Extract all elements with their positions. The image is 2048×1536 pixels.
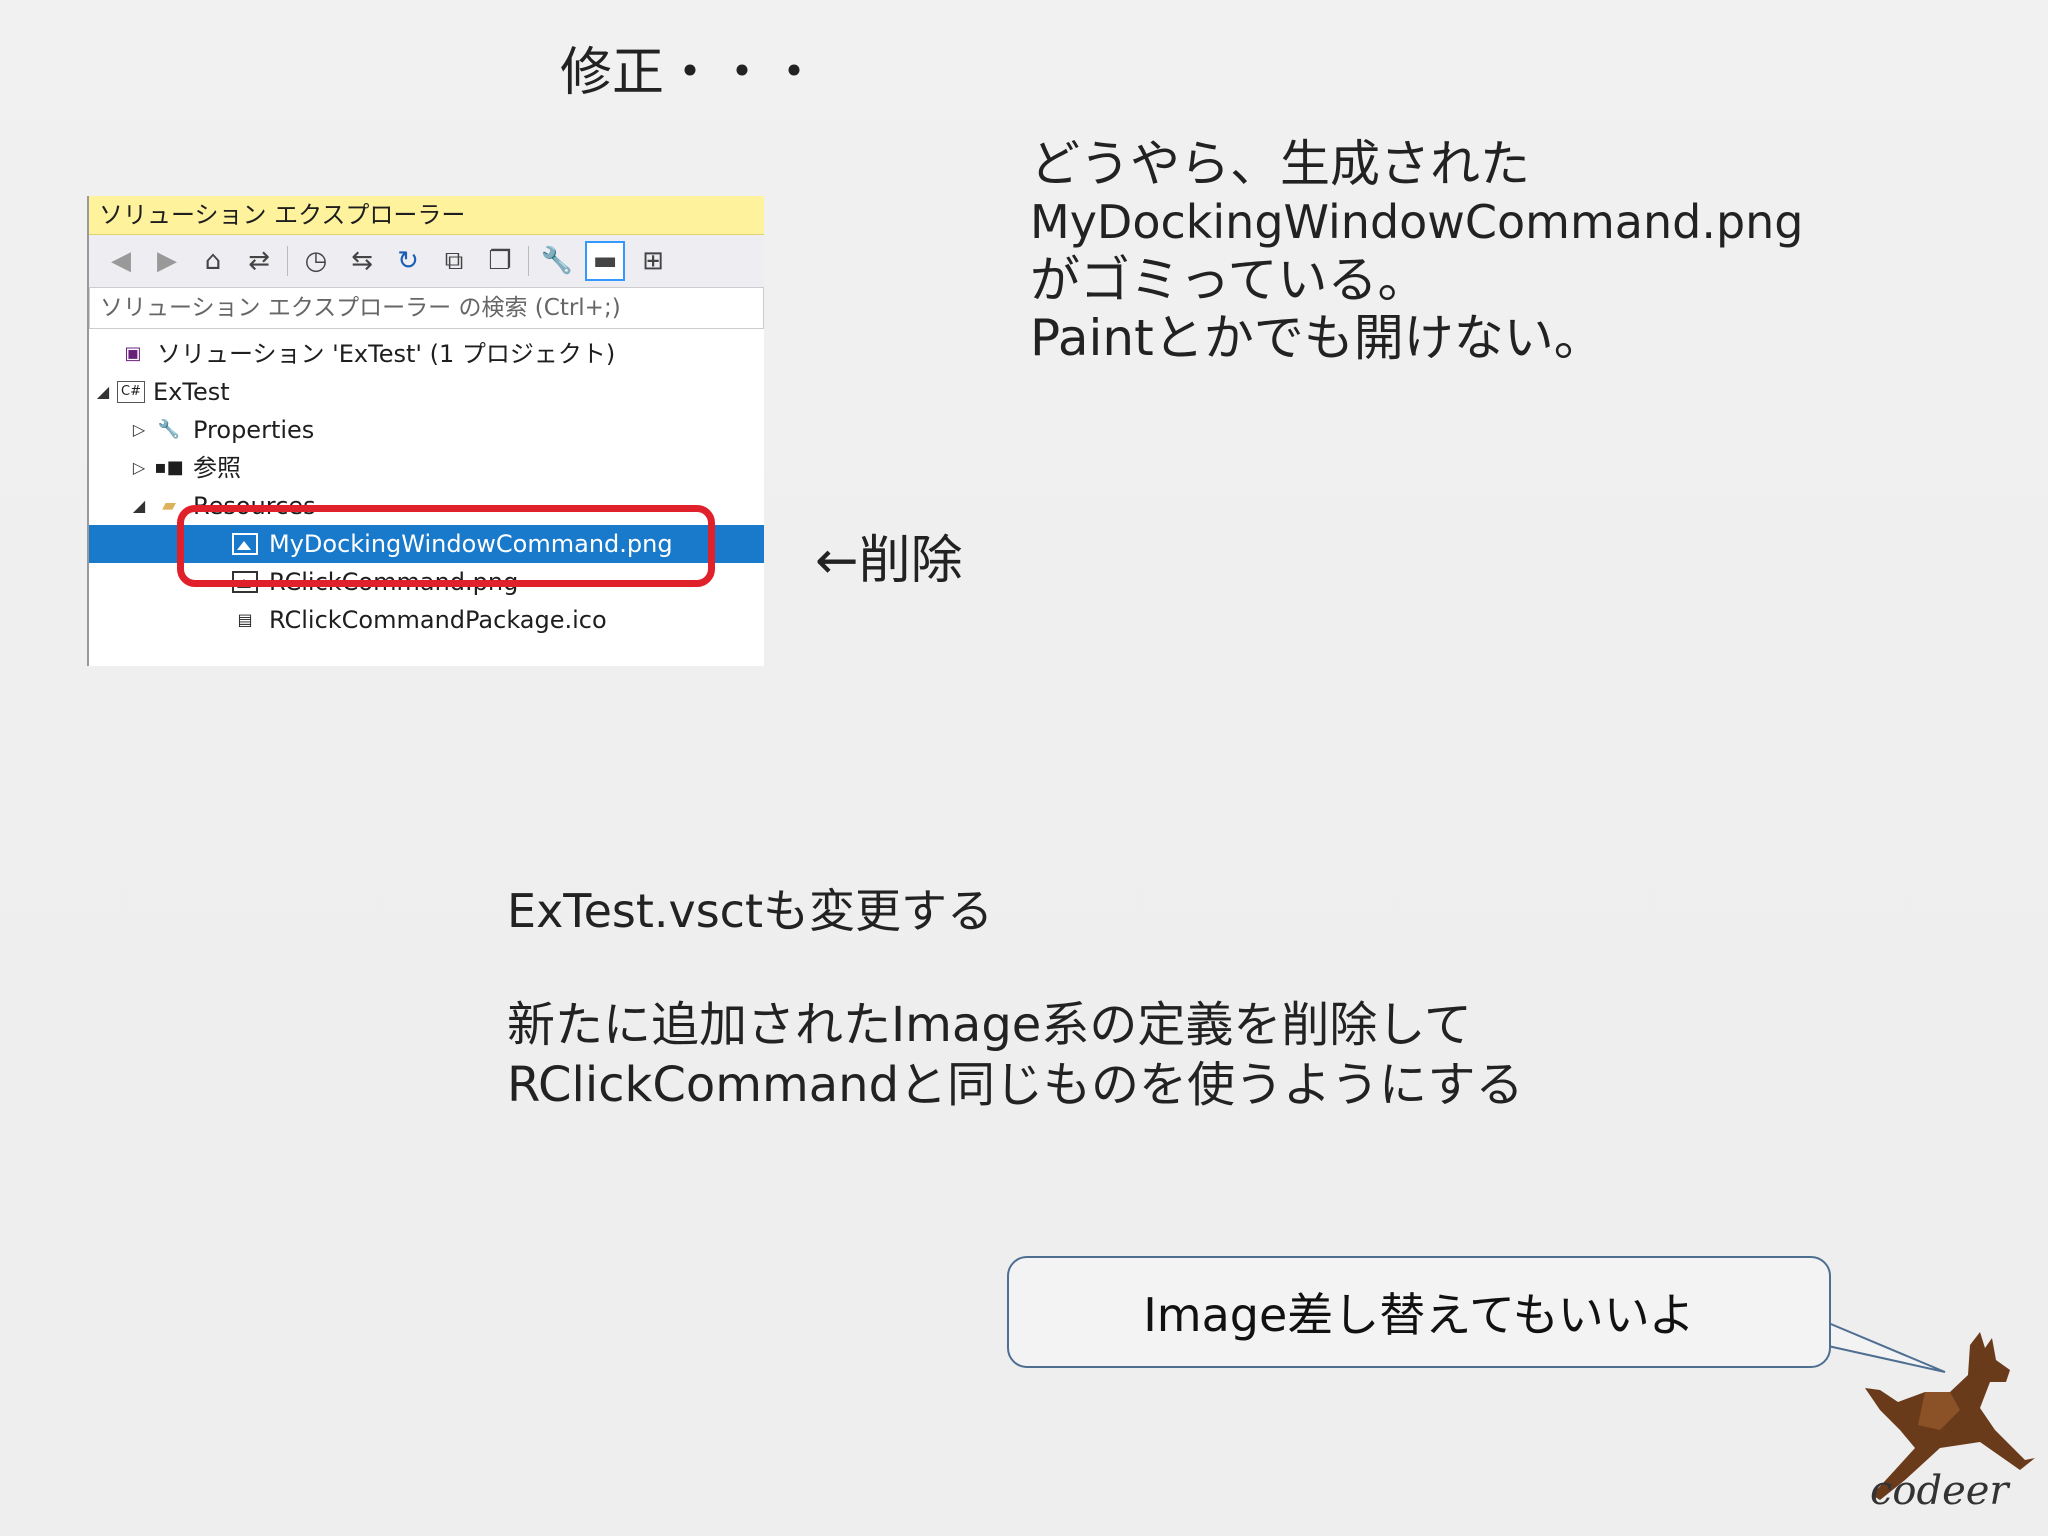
collapse-icon[interactable]: ⧉ [436, 243, 472, 279]
solution-tree: ▣ ソリューション 'ExTest' (1 プロジェクト) ◢ C# ExTes… [89, 335, 764, 666]
collapsed-arrow-icon[interactable]: ▷ [125, 449, 153, 487]
diagram-icon[interactable]: ⊞ [635, 243, 671, 279]
collapsed-arrow-icon[interactable]: ▷ [125, 411, 153, 449]
note-line-4: Paintとかでも開けない。 [1030, 309, 1604, 367]
solution-explorer-panel: ソリューション エクスプローラー ◀ ▶ ⌂ ⇄ ◷ ⇆ ↻ ⧉ ❐ 🔧 ▬ ⊞… [87, 196, 764, 666]
refresh-icon[interactable]: ↻ [390, 243, 426, 279]
solution-explorer-search-input[interactable]: ソリューション エクスプローラー の検索 (Ctrl+;) [89, 287, 764, 329]
sync-icon[interactable]: ⇄ [241, 243, 277, 279]
forward-icon[interactable]: ▶ [149, 243, 185, 279]
switch-icon[interactable]: ⇆ [344, 243, 380, 279]
solution-explorer-title: ソリューション エクスプローラー [89, 196, 764, 235]
solution-icon: ▣ [124, 343, 142, 364]
note-line-1: どうやら、生成された [1030, 135, 1530, 193]
note-line-3: がゴミっている。 [1030, 251, 1428, 309]
speech-bubble-text: Image差し替えてもいいよ [1143, 1288, 1695, 1342]
toolbar-separator [528, 246, 529, 276]
history-icon[interactable]: ◷ [298, 243, 334, 279]
toolbar-separator [287, 246, 288, 276]
expanded-arrow-icon[interactable]: ◢ [125, 487, 153, 525]
tree-item-solution[interactable]: ▣ ソリューション 'ExTest' (1 プロジェクト) [89, 335, 764, 373]
tree-item-label: Properties [193, 416, 315, 444]
note-line-2: MyDockingWindowCommand.png [1030, 195, 1804, 249]
definition-line-2: RClickCommandと同じものを使うようにする [507, 1057, 1524, 1113]
references-icon: ▪■ [154, 457, 184, 478]
copy-icon[interactable]: ❐ [482, 243, 518, 279]
tree-item-ico[interactable]: ▤ RClickCommandPackage.ico [89, 601, 764, 639]
properties-icon[interactable]: 🔧 [539, 243, 575, 279]
tree-item-project[interactable]: ◢ C# ExTest [89, 373, 764, 411]
vsct-note: ExTest.vsctも変更する [507, 884, 994, 938]
delete-annotation: ←削除 [815, 531, 963, 591]
solution-explorer-toolbar: ◀ ▶ ⌂ ⇄ ◷ ⇆ ↻ ⧉ ❐ 🔧 ▬ ⊞ [89, 235, 764, 287]
tree-item-label: 参照 [193, 454, 241, 482]
tree-item-label: RClickCommandPackage.ico [269, 606, 607, 634]
definition-line-1: 新たに追加されたImage系の定義を削除して [507, 997, 1472, 1053]
tree-item-references[interactable]: ▷ ▪■ 参照 [89, 449, 764, 487]
expanded-arrow-icon[interactable]: ◢ [89, 373, 117, 411]
ico-file-icon: ▤ [237, 610, 253, 629]
csharp-project-icon: C# [117, 381, 145, 403]
slide-title: 修正・・・ [560, 43, 821, 103]
tree-item-label: ソリューション 'ExTest' (1 プロジェクト) [157, 340, 616, 368]
tree-item-properties[interactable]: ▷ 🔧 Properties [89, 411, 764, 449]
home-icon[interactable]: ⌂ [195, 243, 231, 279]
speech-bubble: Image差し替えてもいいよ [1007, 1256, 1831, 1368]
highlight-ring [177, 505, 715, 587]
pin-icon[interactable]: ▬ [585, 241, 625, 281]
definition-note: 新たに追加されたImage系の定義を削除して RClickCommandと同じも… [507, 995, 1524, 1115]
explanation-note: どうやら、生成された MyDockingWindowCommand.png がゴ… [1030, 135, 1804, 367]
wrench-icon: 🔧 [157, 419, 181, 440]
back-icon[interactable]: ◀ [103, 243, 139, 279]
codeer-logo: codeer [1870, 1468, 2009, 1514]
tree-item-label: ExTest [153, 378, 230, 406]
